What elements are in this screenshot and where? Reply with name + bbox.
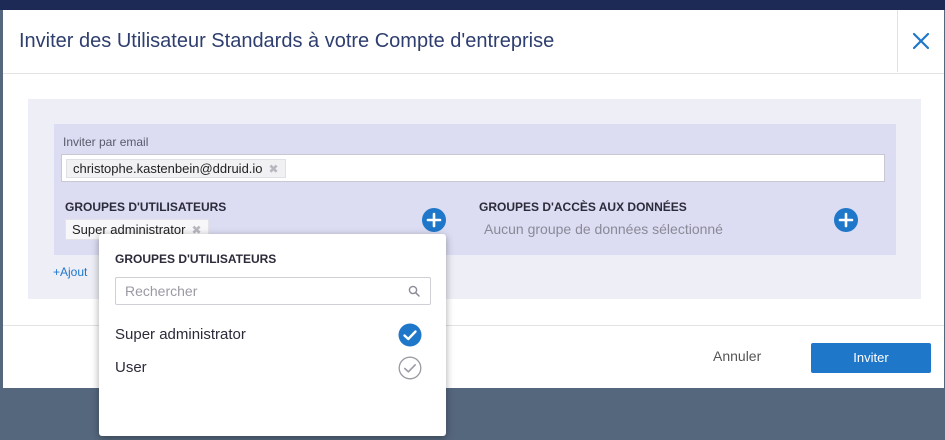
email-chip: christophe.kastenbein@ddruid.io ✖ — [66, 159, 286, 178]
search-icon — [408, 285, 420, 297]
dropdown-title: GROUPES D'UTILISATEURS — [115, 252, 277, 266]
close-icon[interactable] — [909, 29, 933, 53]
plus-circle-icon — [426, 212, 442, 228]
user-groups-label: GROUPES D'UTILISATEURS — [65, 200, 227, 214]
data-groups-label: GROUPES D'ACCÈS AUX DONNÉES — [479, 200, 687, 214]
invite-button[interactable]: Inviter — [811, 343, 931, 373]
backdrop-top-strip — [0, 0, 945, 10]
check-circle-outline-icon[interactable] — [398, 356, 422, 380]
user-groups-dropdown: GROUPES D'UTILISATEURS Super administrat… — [99, 234, 446, 436]
email-chip-label: christophe.kastenbein@ddruid.io — [73, 161, 263, 176]
email-label: Inviter par email — [63, 135, 149, 149]
close-button[interactable] — [897, 10, 944, 72]
modal-header: Inviter des Utilisateur Standards à votr… — [3, 10, 944, 74]
data-groups-empty-text: Aucun groupe de données sélectionné — [484, 221, 723, 237]
remove-email-icon[interactable]: ✖ — [269, 162, 279, 176]
modal-title: Inviter des Utilisateur Standards à votr… — [19, 30, 555, 52]
plus-circle-icon — [838, 212, 854, 228]
check-circle-filled-icon[interactable] — [398, 323, 422, 347]
email-field[interactable]: christophe.kastenbein@ddruid.io ✖ — [61, 154, 885, 182]
dropdown-item-super-administrator[interactable]: Super administrator — [115, 322, 431, 348]
dropdown-item-label: Super administrator — [115, 326, 246, 343]
add-link[interactable]: +Ajout — [53, 265, 87, 279]
cancel-button[interactable]: Annuler — [713, 348, 761, 364]
add-user-group-button[interactable] — [422, 208, 446, 232]
add-data-group-button[interactable] — [834, 208, 858, 232]
search-input[interactable] — [115, 277, 431, 305]
dropdown-item-label: User — [115, 359, 147, 376]
dropdown-item-user[interactable]: User — [115, 355, 431, 381]
